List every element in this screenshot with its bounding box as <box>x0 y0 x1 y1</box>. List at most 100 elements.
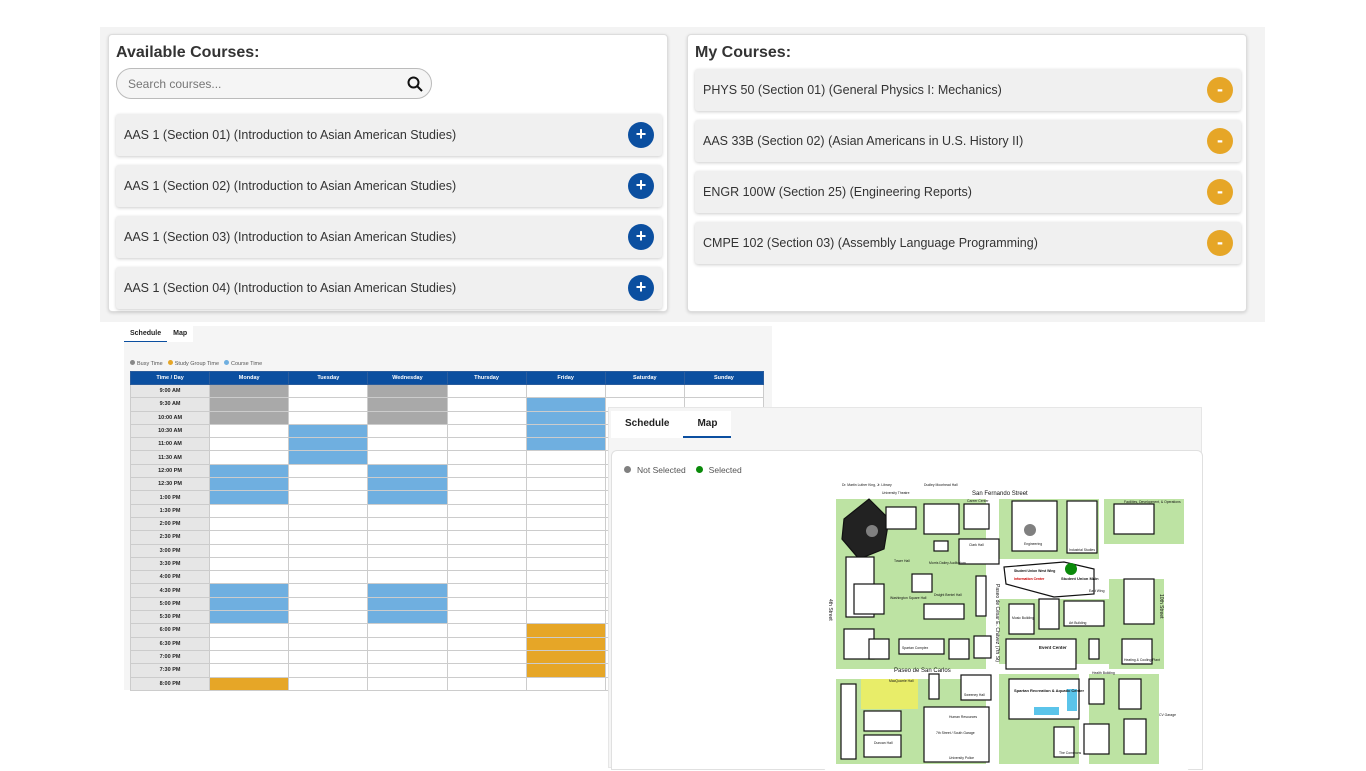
add-course-button[interactable]: + <box>628 122 654 148</box>
schedule-cell[interactable] <box>446 410 527 425</box>
schedule-cell[interactable] <box>367 610 448 625</box>
schedule-cell[interactable] <box>367 516 448 532</box>
schedule-cell[interactable] <box>288 383 369 399</box>
schedule-cell[interactable] <box>367 596 448 612</box>
schedule-cell[interactable] <box>209 636 290 651</box>
schedule-cell[interactable] <box>446 649 527 665</box>
schedule-cell[interactable] <box>367 649 448 665</box>
schedule-cell[interactable] <box>525 437 606 452</box>
schedule-cell[interactable] <box>367 556 448 572</box>
schedule-cell[interactable] <box>209 450 290 465</box>
schedule-cell[interactable] <box>525 477 606 492</box>
schedule-cell[interactable] <box>288 477 369 492</box>
location-marker-not-selected[interactable] <box>866 525 878 537</box>
schedule-cell[interactable] <box>209 383 290 399</box>
add-course-button[interactable]: + <box>628 275 654 301</box>
schedule-cell[interactable] <box>446 610 527 625</box>
schedule-cell[interactable] <box>367 583 448 598</box>
schedule-cell[interactable] <box>209 596 290 612</box>
tab-map[interactable]: Map <box>167 326 193 342</box>
schedule-cell[interactable] <box>367 490 448 505</box>
schedule-cell[interactable] <box>209 649 290 665</box>
schedule-cell[interactable] <box>288 623 369 638</box>
schedule-cell[interactable] <box>209 530 290 545</box>
add-course-button[interactable]: + <box>628 224 654 250</box>
schedule-cell[interactable] <box>367 636 448 651</box>
schedule-cell[interactable] <box>446 530 527 545</box>
schedule-cell[interactable] <box>288 583 369 598</box>
schedule-cell[interactable] <box>525 503 606 518</box>
schedule-cell[interactable] <box>288 676 369 691</box>
remove-course-button[interactable]: - <box>1207 77 1233 103</box>
schedule-cell[interactable] <box>367 676 448 691</box>
location-marker-selected[interactable] <box>1065 563 1077 575</box>
tab-schedule[interactable]: Schedule <box>611 411 683 438</box>
schedule-cell[interactable] <box>525 649 606 665</box>
schedule-cell[interactable] <box>367 530 448 545</box>
schedule-cell[interactable] <box>446 437 527 452</box>
schedule-cell[interactable] <box>288 503 369 518</box>
schedule-cell[interactable] <box>209 490 290 505</box>
remove-course-button[interactable]: - <box>1207 230 1233 256</box>
schedule-cell[interactable] <box>446 463 527 479</box>
schedule-cell[interactable] <box>209 477 290 492</box>
schedule-cell[interactable] <box>525 423 606 439</box>
schedule-cell[interactable] <box>288 570 369 585</box>
schedule-cell[interactable] <box>209 410 290 425</box>
schedule-cell[interactable] <box>525 663 606 678</box>
schedule-cell[interactable] <box>367 383 448 399</box>
schedule-cell[interactable] <box>446 663 527 678</box>
schedule-cell[interactable] <box>367 450 448 465</box>
schedule-cell[interactable] <box>288 397 369 412</box>
schedule-cell[interactable] <box>446 397 527 412</box>
schedule-cell[interactable] <box>446 490 527 505</box>
schedule-cell[interactable] <box>446 570 527 585</box>
schedule-cell[interactable] <box>525 410 606 425</box>
remove-course-button[interactable]: - <box>1207 179 1233 205</box>
schedule-cell[interactable] <box>288 596 369 612</box>
schedule-cell[interactable] <box>367 570 448 585</box>
schedule-cell[interactable] <box>446 477 527 492</box>
schedule-cell[interactable] <box>288 530 369 545</box>
schedule-cell[interactable] <box>446 516 527 532</box>
schedule-cell[interactable] <box>209 676 290 691</box>
schedule-cell[interactable] <box>525 636 606 651</box>
schedule-cell[interactable] <box>288 516 369 532</box>
schedule-cell[interactable] <box>288 649 369 665</box>
add-course-button[interactable]: + <box>628 173 654 199</box>
schedule-cell[interactable] <box>367 397 448 412</box>
schedule-cell[interactable] <box>367 437 448 452</box>
schedule-cell[interactable] <box>209 463 290 479</box>
schedule-cell[interactable] <box>288 423 369 439</box>
schedule-cell[interactable] <box>367 410 448 425</box>
schedule-cell[interactable] <box>525 463 606 479</box>
location-marker-not-selected[interactable] <box>1024 524 1036 536</box>
schedule-cell[interactable] <box>288 610 369 625</box>
schedule-cell[interactable] <box>209 503 290 518</box>
schedule-cell[interactable] <box>288 556 369 572</box>
tab-map[interactable]: Map <box>683 411 732 438</box>
schedule-cell[interactable] <box>209 423 290 439</box>
schedule-cell[interactable] <box>288 636 369 651</box>
schedule-cell[interactable] <box>525 516 606 532</box>
schedule-cell[interactable] <box>525 596 606 612</box>
schedule-cell[interactable] <box>525 450 606 465</box>
schedule-cell[interactable] <box>525 490 606 505</box>
schedule-cell[interactable] <box>446 450 527 465</box>
schedule-cell[interactable] <box>209 570 290 585</box>
schedule-cell[interactable] <box>288 663 369 678</box>
schedule-cell[interactable] <box>288 437 369 452</box>
schedule-cell[interactable] <box>367 503 448 518</box>
schedule-cell[interactable] <box>209 437 290 452</box>
schedule-cell[interactable] <box>367 663 448 678</box>
schedule-cell[interactable] <box>525 676 606 691</box>
search-input[interactable]: Search courses... <box>116 68 432 99</box>
schedule-cell[interactable] <box>604 383 685 399</box>
schedule-cell[interactable] <box>209 397 290 412</box>
schedule-cell[interactable] <box>446 383 527 399</box>
schedule-cell[interactable] <box>209 543 290 558</box>
schedule-cell[interactable] <box>209 663 290 678</box>
schedule-cell[interactable] <box>367 463 448 479</box>
schedule-cell[interactable] <box>525 583 606 598</box>
schedule-cell[interactable] <box>367 623 448 638</box>
